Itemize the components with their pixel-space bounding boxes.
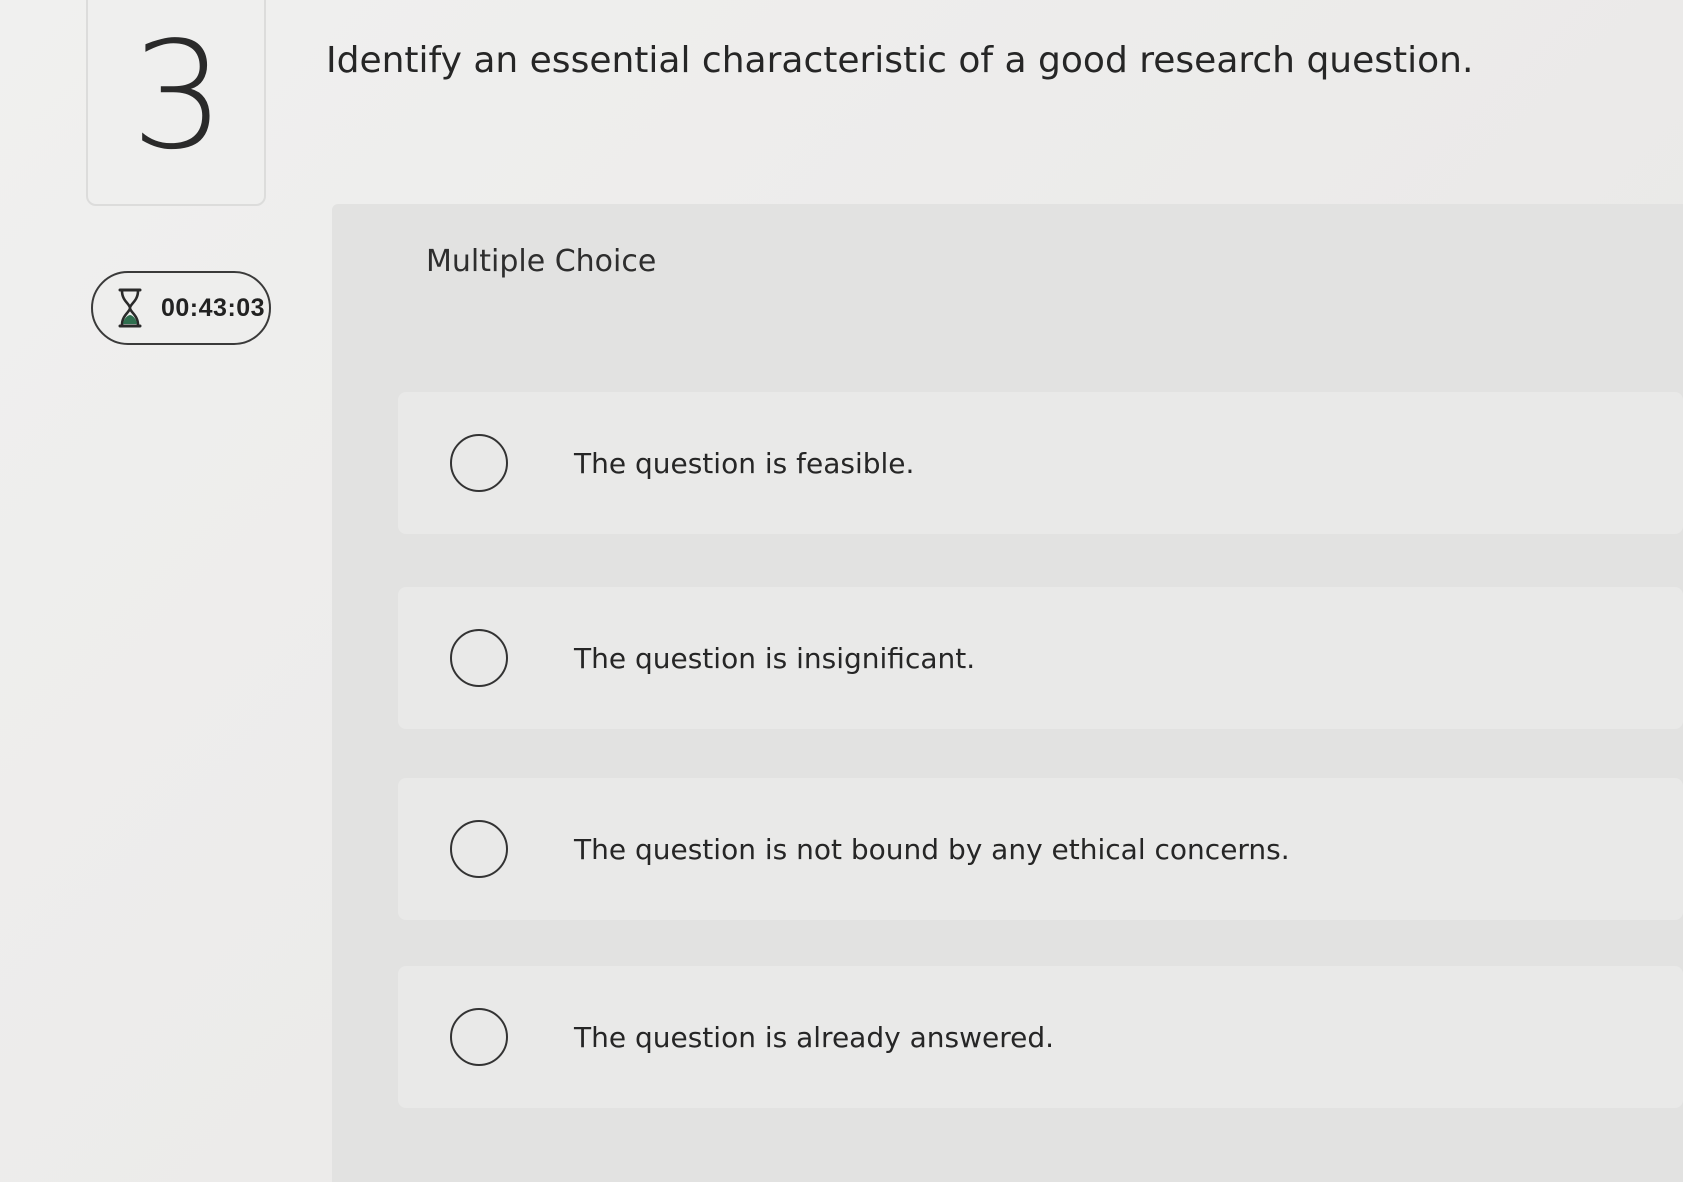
answer-option-label: The question is already answered. <box>574 1020 1054 1054</box>
timer-value: 00:43:03 <box>161 293 266 322</box>
radio-button[interactable] <box>450 629 508 687</box>
radio-button[interactable] <box>450 820 508 878</box>
question-number: 3 <box>130 10 226 182</box>
question-number-box: 3 <box>86 0 266 206</box>
answer-option-4[interactable]: The question is already answered. <box>398 966 1683 1108</box>
answer-option-2[interactable]: The question is insignificant. <box>398 587 1683 729</box>
question-type-label: Multiple Choice <box>426 244 657 279</box>
question-prompt: Identify an essential characteristic of … <box>326 40 1474 81</box>
answer-option-3[interactable]: The question is not bound by any ethical… <box>398 778 1683 920</box>
answer-option-label: The question is insignificant. <box>574 641 976 675</box>
answer-option-label: The question is not bound by any ethical… <box>574 832 1290 866</box>
timer[interactable]: 00:43:03 <box>91 271 271 345</box>
answer-option-1[interactable]: The question is feasible. <box>398 392 1683 534</box>
answer-option-label: The question is feasible. <box>574 446 915 480</box>
hourglass-icon <box>117 288 143 328</box>
radio-button[interactable] <box>450 434 508 492</box>
radio-button[interactable] <box>450 1008 508 1066</box>
